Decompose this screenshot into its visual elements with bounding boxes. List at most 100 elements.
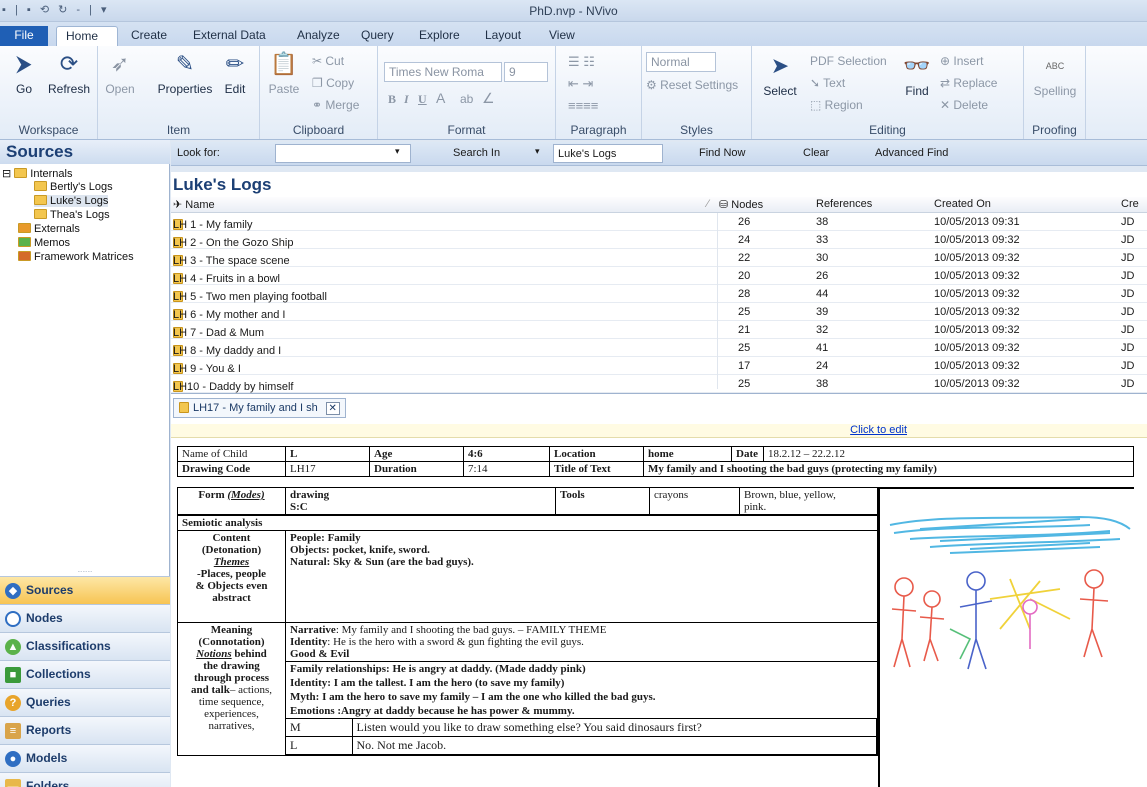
font-name-combo[interactable]: Times New Roma [384,62,502,82]
paste-button[interactable]: 📋 Paste [266,50,302,96]
table-row[interactable]: LH 1 - My family 26 38 10/05/2013 09:31 JD [171,213,1147,231]
replace-button[interactable]: ⇄ Replace [940,76,997,90]
tab-external-data[interactable]: External Data [184,26,275,46]
underline-button[interactable]: U [418,92,427,107]
table-row[interactable]: LH 3 - The space scene 22 30 10/05/2013 09:… [171,249,1147,267]
refresh-button[interactable]: ⟳ Refresh [44,50,94,96]
col-created-by[interactable]: Cre [1121,198,1139,210]
nav-button-collections[interactable]: ■ Collections [0,660,170,688]
table-row[interactable]: LH 9 - You & I 17 24 10/05/2013 09:32 JD [171,357,1147,375]
text-select-button[interactable]: ➘ Text [810,76,845,90]
table-row[interactable]: LH10 - Daddy by himself 25 38 10/05/2013 09… [171,375,1147,393]
tree-item-bertly[interactable]: Bertly's Logs [34,181,113,193]
select-button[interactable]: ➤ Select [758,52,802,98]
list-icon[interactable]: ☰ ☷ [568,54,595,70]
tab-layout[interactable]: Layout [476,26,530,46]
click-to-edit-link[interactable]: Click to edit [171,424,1147,438]
splitter-handle[interactable]: ......... [0,568,170,574]
edit-button[interactable]: ✏ Edit [218,50,252,96]
row-name-text: LH 6 - My mother and I [173,309,286,321]
nav-button-folders[interactable]: ▬ Folders [0,772,170,787]
row-name-text: LH10 - Daddy by himself [173,381,294,393]
content-2: (Detonation) [201,544,262,556]
tab-view[interactable]: View [540,26,584,46]
find-button[interactable]: 👓 Find [900,52,934,98]
cut-button[interactable]: ✂ Cut [312,54,344,68]
tab-analyze[interactable]: Analyze [288,26,349,46]
meaning-6: and talk [191,684,230,696]
align-icon[interactable]: ≡≡≡≡ [568,98,598,113]
tree-item-framework-matrices[interactable]: Framework Matrices [18,251,134,263]
col-references[interactable]: References [816,198,872,210]
group-label-paragraph: Paragraph [570,123,627,137]
go-button[interactable]: ⮞ Go [4,50,44,96]
find-label: Find [905,84,929,98]
region-select-button[interactable]: ⬚ Region [810,98,863,112]
table-row[interactable]: LH 8 - My daddy and I 25 41 10/05/2013 09:3… [171,339,1147,357]
table-row[interactable]: LH 6 - My mother and I 25 39 10/05/2013 09:… [171,303,1147,321]
col-name[interactable]: ✈ Name [173,198,215,211]
col-nodes[interactable]: ⛁ Nodes [719,198,763,211]
font-size-combo[interactable]: 9 [504,62,548,82]
tools-value: crayons [649,487,740,516]
nav-button-queries[interactable]: ? Queries [0,688,170,716]
search-in-dropdown-icon[interactable]: ▾ [535,146,540,157]
reset-settings-button[interactable]: ⚙ Reset Settings [646,78,738,92]
nav-button-nodes[interactable]: Nodes [0,604,170,632]
tree-item-luke[interactable]: Luke's Logs [34,195,109,207]
table-row[interactable]: LH 7 - Dad & Mum 21 32 10/05/2013 09:32 JD [171,321,1147,339]
folder-icon [34,195,47,205]
clear-format-button[interactable]: ∠ [482,90,495,107]
row-created-by: JD [1121,324,1135,336]
speaker-l: L [286,736,353,755]
search-in-field[interactable]: Luke's Logs [553,144,663,163]
font-color-button[interactable]: A [436,90,445,106]
italic-button[interactable]: I [404,92,409,107]
nodes-icon [5,611,21,627]
pdf-selection-button[interactable]: PDF Selection [810,54,887,68]
tab-home[interactable]: Home [56,26,118,46]
look-for-input[interactable] [275,144,411,163]
document-tab[interactable]: LH17 - My family and I sh ✕ [173,398,346,418]
dropdown-arrow-icon[interactable]: ▾ [395,146,400,157]
col-created-on[interactable]: Created On [934,198,991,210]
tree-item-externals[interactable]: Externals [18,223,80,235]
scissors-icon: ✂ [312,54,326,68]
close-icon[interactable]: ✕ [325,402,340,415]
nav-button-classifications[interactable]: ▲ Classifications [0,632,170,660]
tab-explore[interactable]: Explore [410,26,469,46]
merge-button[interactable]: ⚭ Merge [312,98,359,112]
properties-button[interactable]: ✎ Properties [154,50,216,96]
colours-value: Brown, blue, yellow, pink. [739,487,878,516]
tree-item-internals[interactable]: ⊟ Internals [2,167,72,180]
search-in-button[interactable]: Search In [453,147,500,159]
table-row[interactable]: LH 2 - On the Gozo Ship 24 33 10/05/2013 09… [171,231,1147,249]
style-combo[interactable]: Normal [646,52,716,72]
table-row[interactable]: LH 4 - Fruits in a bowl 20 26 10/05/2013 09… [171,267,1147,285]
queries-icon: ? [5,695,21,711]
nav-button-sources[interactable]: ◆ Sources [0,576,170,604]
nav-button-models[interactable]: ● Models [0,744,170,772]
tab-create[interactable]: Create [122,26,176,46]
table-row[interactable]: LH 5 - Two men playing football 28 44 10/05… [171,285,1147,303]
indent-icon[interactable]: ⇤ ⇥ [568,76,593,92]
tree-item-thea[interactable]: Thea's Logs [34,209,110,221]
advanced-find-button[interactable]: Advanced Find [875,147,948,159]
copy-button[interactable]: ❐ Copy [312,76,354,90]
collapse-icon[interactable]: ⊟ [2,168,11,180]
find-now-button[interactable]: Find Now [699,147,745,159]
clear-button[interactable]: Clear [803,147,829,159]
open-button[interactable]: ➶ Open [100,50,140,96]
delete-button[interactable]: ✕ Delete [940,98,988,112]
refresh-label: Refresh [47,82,91,96]
highlight-button[interactable]: ab [460,92,473,106]
tab-query[interactable]: Query [352,26,403,46]
title-of-text-label: Title of Text [549,461,644,477]
find-bar: Look for: ▾ Search In ▾ Luke's Logs Find… [171,142,1147,166]
bold-button[interactable]: B [388,92,396,107]
nav-button-reports[interactable]: ≡ Reports [0,716,170,744]
tree-item-memos[interactable]: Memos [18,237,70,249]
insert-button[interactable]: ⊕ Insert [940,54,983,68]
tab-file[interactable]: File [0,26,48,46]
spelling-button[interactable]: ABC Spelling [1028,52,1082,98]
